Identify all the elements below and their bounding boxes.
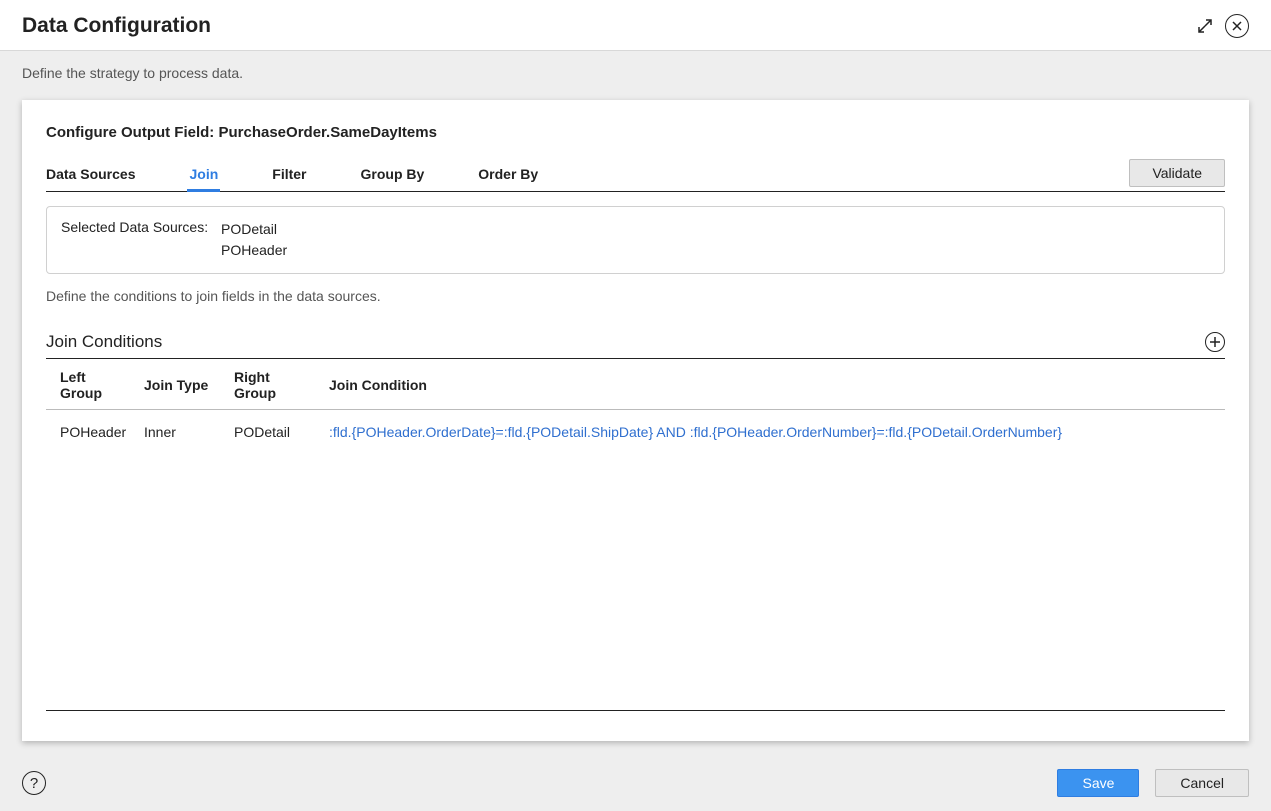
selected-sources-label: Selected Data Sources: bbox=[61, 219, 221, 261]
panel-output-field: PurchaseOrder.SameDayItems bbox=[218, 124, 436, 141]
dialog-footer: ? Save Cancel bbox=[22, 769, 1249, 797]
tab-group-by[interactable]: Group By bbox=[361, 160, 425, 190]
tab-filter[interactable]: Filter bbox=[272, 160, 306, 190]
dialog-title: Data Configuration bbox=[22, 14, 1185, 38]
help-icon[interactable]: ? bbox=[22, 771, 46, 795]
join-conditions-header: Join Conditions bbox=[46, 332, 1225, 359]
table-header-row: Left Group Join Type Right Group Join Co… bbox=[46, 359, 1225, 410]
close-icon[interactable] bbox=[1225, 14, 1249, 38]
table-row[interactable]: POHeader Inner PODetail :fld.{POHeader.O… bbox=[46, 410, 1225, 455]
expand-icon[interactable] bbox=[1193, 14, 1217, 38]
col-join-condition: Join Condition bbox=[321, 359, 1225, 410]
cell-left-group: POHeader bbox=[46, 410, 136, 455]
validate-button[interactable]: Validate bbox=[1129, 159, 1225, 187]
tab-data-sources[interactable]: Data Sources bbox=[46, 160, 135, 190]
selected-source-item: PODetail bbox=[221, 219, 287, 240]
tabs-row: Data Sources Join Filter Group By Order … bbox=[46, 159, 1225, 192]
join-conditions-table: Left Group Join Type Right Group Join Co… bbox=[46, 359, 1225, 454]
cell-join-type: Inner bbox=[136, 410, 226, 455]
tab-order-by[interactable]: Order By bbox=[478, 160, 538, 190]
join-instructions: Define the conditions to join fields in … bbox=[46, 288, 1225, 304]
panel-title: Configure Output Field: PurchaseOrder.Sa… bbox=[46, 124, 1225, 141]
col-join-type: Join Type bbox=[136, 359, 226, 410]
cell-right-group: PODetail bbox=[226, 410, 321, 455]
col-right-group: Right Group bbox=[226, 359, 321, 410]
config-panel: Configure Output Field: PurchaseOrder.Sa… bbox=[22, 100, 1249, 741]
panel-bottom-rule bbox=[46, 710, 1225, 711]
join-conditions-title: Join Conditions bbox=[46, 332, 1205, 352]
selected-sources-box: Selected Data Sources: PODetail POHeader bbox=[46, 206, 1225, 274]
selected-source-item: POHeader bbox=[221, 240, 287, 261]
add-condition-icon[interactable] bbox=[1205, 332, 1225, 352]
save-button[interactable]: Save bbox=[1057, 769, 1139, 797]
tab-join[interactable]: Join bbox=[189, 160, 218, 190]
cell-join-condition[interactable]: :fld.{POHeader.OrderDate}=:fld.{PODetail… bbox=[321, 410, 1225, 455]
dialog-subheader: Define the strategy to process data. bbox=[0, 51, 1271, 81]
panel-title-prefix: Configure Output Field: bbox=[46, 124, 218, 141]
selected-sources-list: PODetail POHeader bbox=[221, 219, 287, 261]
col-left-group: Left Group bbox=[46, 359, 136, 410]
dialog-header: Data Configuration bbox=[0, 0, 1271, 51]
cancel-button[interactable]: Cancel bbox=[1155, 769, 1249, 797]
